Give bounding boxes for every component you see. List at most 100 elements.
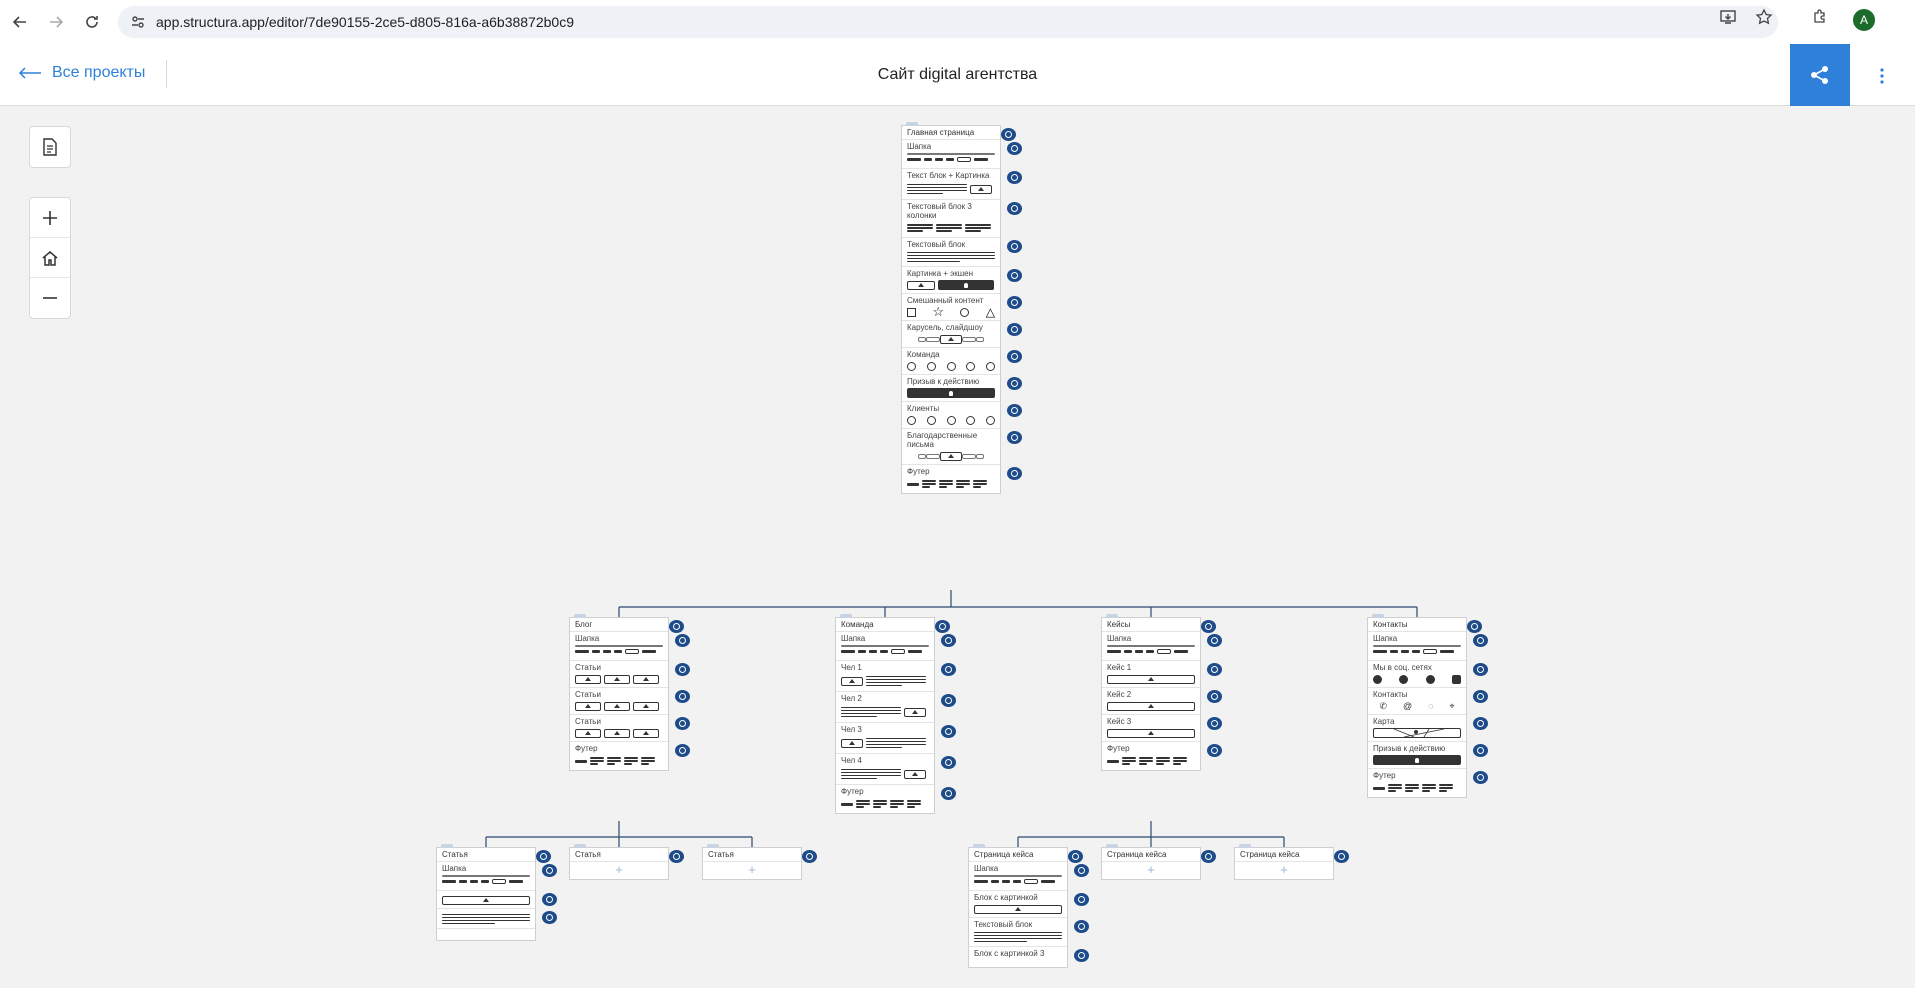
comment-icon[interactable] (1201, 620, 1216, 633)
page-block[interactable]: Футер (1102, 742, 1222, 770)
share-button[interactable] (1790, 44, 1850, 106)
comment-icon[interactable] (1207, 634, 1222, 647)
page-block[interactable]: Благодарственные письма (902, 429, 1022, 465)
page-block[interactable]: Шапка (969, 862, 1089, 891)
page-block[interactable]: Футер (836, 785, 956, 813)
comment-icon[interactable] (1207, 717, 1222, 730)
add-block-button[interactable]: + (1235, 862, 1333, 879)
page-block[interactable]: Статьи (570, 661, 690, 688)
page-card-home[interactable]: Главная страница Шапка Текст блок + Картин… (901, 122, 1022, 494)
comment-icon[interactable] (675, 717, 690, 730)
comment-icon[interactable] (1473, 771, 1488, 784)
comment-icon[interactable] (1074, 920, 1089, 933)
bookmark-star-icon[interactable] (1755, 8, 1773, 31)
comment-icon[interactable] (542, 911, 557, 924)
comment-icon[interactable] (1201, 850, 1216, 863)
add-block-button[interactable]: + (703, 862, 801, 879)
comment-icon[interactable] (1074, 949, 1089, 962)
comment-icon[interactable] (1207, 663, 1222, 676)
page-block[interactable]: Команда (902, 348, 1022, 375)
comment-icon[interactable] (536, 850, 551, 863)
page-block[interactable]: Призыв к действию (1368, 742, 1488, 769)
page-block[interactable]: Мы в соц. сетях (1368, 661, 1488, 688)
page-block[interactable]: Шапка (437, 862, 557, 891)
comment-icon[interactable] (1467, 620, 1482, 633)
page-block[interactable]: Футер (902, 465, 1022, 493)
page-block[interactable]: Текстовый блок 3 колонки (902, 200, 1022, 238)
page-block[interactable]: Карта (1368, 715, 1488, 742)
page-block[interactable]: Кейс 3 (1102, 715, 1222, 742)
comment-icon[interactable] (1007, 467, 1022, 480)
page-card-casepage2[interactable]: Страница кейса + (1101, 844, 1216, 880)
comment-icon[interactable] (1007, 202, 1022, 215)
address-bar[interactable]: app.structura.app/editor/7de90155-2ce5-d… (118, 6, 1778, 38)
comment-icon[interactable] (1007, 240, 1022, 253)
comment-icon[interactable] (941, 634, 956, 647)
page-block[interactable]: Чел 1 (836, 661, 956, 692)
page-card-article2[interactable]: Статья + (569, 844, 684, 880)
comment-icon[interactable] (1007, 142, 1022, 155)
comment-icon[interactable] (935, 620, 950, 633)
page-card-article3[interactable]: Статья + (702, 844, 817, 880)
page-block[interactable]: Призыв к действию (902, 375, 1022, 402)
page-block[interactable]: Чел 2 (836, 692, 956, 723)
page-card-blog[interactable]: Блог Шапка Статьи Статьи Статьи Футер (569, 614, 690, 771)
site-settings-icon[interactable] (128, 12, 148, 32)
comment-icon[interactable] (1473, 690, 1488, 703)
comment-icon[interactable] (1068, 850, 1083, 863)
comment-icon[interactable] (675, 634, 690, 647)
page-card-casepage3[interactable]: Страница кейса + (1234, 844, 1349, 880)
add-block-button[interactable]: + (1102, 862, 1200, 879)
comment-icon[interactable] (675, 690, 690, 703)
comment-icon[interactable] (1473, 717, 1488, 730)
comment-icon[interactable] (1007, 323, 1022, 336)
comment-icon[interactable] (1334, 850, 1349, 863)
comment-icon[interactable] (1001, 128, 1016, 141)
page-block[interactable]: Кейс 1 (1102, 661, 1222, 688)
comment-icon[interactable] (1473, 663, 1488, 676)
page-block[interactable]: Шапка (902, 140, 1022, 169)
comment-icon[interactable] (542, 893, 557, 906)
comment-icon[interactable] (1074, 893, 1089, 906)
comment-icon[interactable] (1007, 269, 1022, 282)
page-card-team[interactable]: Команда Шапка Чел 1 Чел 2 Чел 3 Чел 4 Футер (835, 614, 956, 814)
page-block[interactable]: Кейс 2 (1102, 688, 1222, 715)
page-block[interactable]: Блок с картинкой (969, 891, 1089, 918)
comment-icon[interactable] (1473, 634, 1488, 647)
comment-icon[interactable] (669, 850, 684, 863)
comment-icon[interactable] (941, 756, 956, 769)
comment-icon[interactable] (1007, 296, 1022, 309)
page-block[interactable]: Чел 4 (836, 754, 956, 785)
back-arrow-icon[interactable] (4, 6, 36, 38)
page-card-article1[interactable]: Статья Шапка (436, 844, 557, 941)
page-card-cases[interactable]: Кейсы Шапка Кейс 1 Кейс 2 Кейс 3 Футер (1101, 614, 1222, 771)
more-menu-button[interactable] (1870, 64, 1894, 88)
comment-icon[interactable] (1007, 377, 1022, 390)
comment-icon[interactable] (1473, 744, 1488, 757)
page-card-casepage1[interactable]: Страница кейса Шапка Блок с картинкой Текст… (968, 844, 1089, 968)
profile-avatar[interactable]: A (1853, 8, 1875, 31)
page-block[interactable]: Шапка (1102, 632, 1222, 661)
comment-icon[interactable] (941, 787, 956, 800)
comment-icon[interactable] (1007, 171, 1022, 184)
comment-icon[interactable] (1007, 431, 1022, 444)
page-block[interactable]: Статьи (570, 715, 690, 742)
page-block[interactable]: Карусель, слайдшоу (902, 321, 1022, 348)
page-block[interactable]: Статьи (570, 688, 690, 715)
page-block[interactable]: Шапка (836, 632, 956, 661)
comment-icon[interactable] (675, 744, 690, 757)
reload-icon[interactable] (76, 6, 108, 38)
comment-icon[interactable] (802, 850, 817, 863)
sitemap-canvas[interactable]: Главная страница Шапка Текст блок + Картин… (0, 107, 1915, 988)
comment-icon[interactable] (669, 620, 684, 633)
page-block[interactable]: Футер (570, 742, 690, 770)
page-block[interactable]: Смешанный контент ☆ △ (902, 294, 1022, 321)
page-block[interactable]: Текстовый блок (969, 918, 1089, 947)
comment-icon[interactable] (1007, 404, 1022, 417)
comment-icon[interactable] (1074, 864, 1089, 877)
page-block[interactable] (437, 929, 535, 940)
comment-icon[interactable] (1207, 744, 1222, 757)
comment-icon[interactable] (1007, 350, 1022, 363)
page-block[interactable]: Текстовый блок (902, 238, 1022, 267)
page-block[interactable]: Футер (1368, 769, 1488, 797)
